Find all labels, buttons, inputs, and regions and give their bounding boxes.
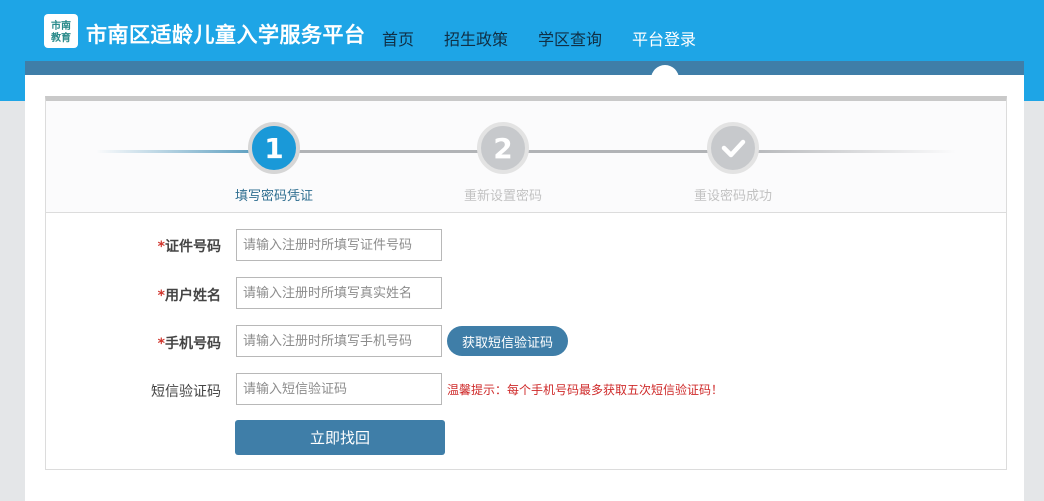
main-nav: 首页 招生政策 学区查询 平台登录 xyxy=(382,26,726,50)
logo-icon: 市南 教育 xyxy=(48,18,74,44)
checkmark-icon xyxy=(721,139,746,158)
step-connector xyxy=(736,150,956,153)
required-mark: * xyxy=(157,288,165,304)
svg-text:市南: 市南 xyxy=(51,19,71,32)
id-number-label: *证件号码 xyxy=(157,239,221,255)
user-name-input[interactable] xyxy=(236,277,442,309)
svg-text:教育: 教育 xyxy=(50,31,71,44)
step-2-label: 重新设置密码 xyxy=(464,189,543,204)
phone-number-label: *手机号码 xyxy=(157,336,221,352)
progress-steps: 1 2 填写密码凭证 重新设置密码 重设密码成功 xyxy=(45,96,1007,213)
step-2-number: 2 xyxy=(493,131,513,165)
logo[interactable]: 市南 教育 xyxy=(44,14,78,48)
sms-code-label: 短信验证码 xyxy=(151,384,221,400)
get-sms-code-button[interactable]: 获取短信验证码 xyxy=(447,326,568,356)
step-1-label: 填写密码凭证 xyxy=(235,189,314,204)
required-mark: * xyxy=(157,336,165,352)
nav-school-district-query[interactable]: 学区查询 xyxy=(538,26,602,50)
required-mark: * xyxy=(157,239,165,255)
nav-admission-policy[interactable]: 招生政策 xyxy=(444,26,508,50)
step-2-circle: 2 xyxy=(477,122,529,174)
step-3-circle xyxy=(707,122,759,174)
phone-number-input[interactable] xyxy=(236,325,442,357)
sms-code-input[interactable] xyxy=(236,373,442,405)
nav-home[interactable]: 首页 xyxy=(382,26,414,50)
nav-platform-login[interactable]: 平台登录 xyxy=(632,26,696,50)
active-nav-indicator xyxy=(651,65,679,93)
recover-now-button[interactable]: 立即找回 xyxy=(235,420,445,455)
user-name-label: *用户姓名 xyxy=(157,288,221,304)
sms-limit-tip: 温馨提示：每个手机号码最多获取五次短信验证码！ xyxy=(447,383,724,397)
site-title: 市南区适龄儿童入学服务平台 xyxy=(86,23,366,47)
step-3-label: 重设密码成功 xyxy=(694,189,773,204)
nav-bar xyxy=(25,61,1024,75)
step-1-number: 1 xyxy=(264,131,284,165)
id-number-input[interactable] xyxy=(236,229,442,261)
step-1-circle: 1 xyxy=(248,122,300,174)
